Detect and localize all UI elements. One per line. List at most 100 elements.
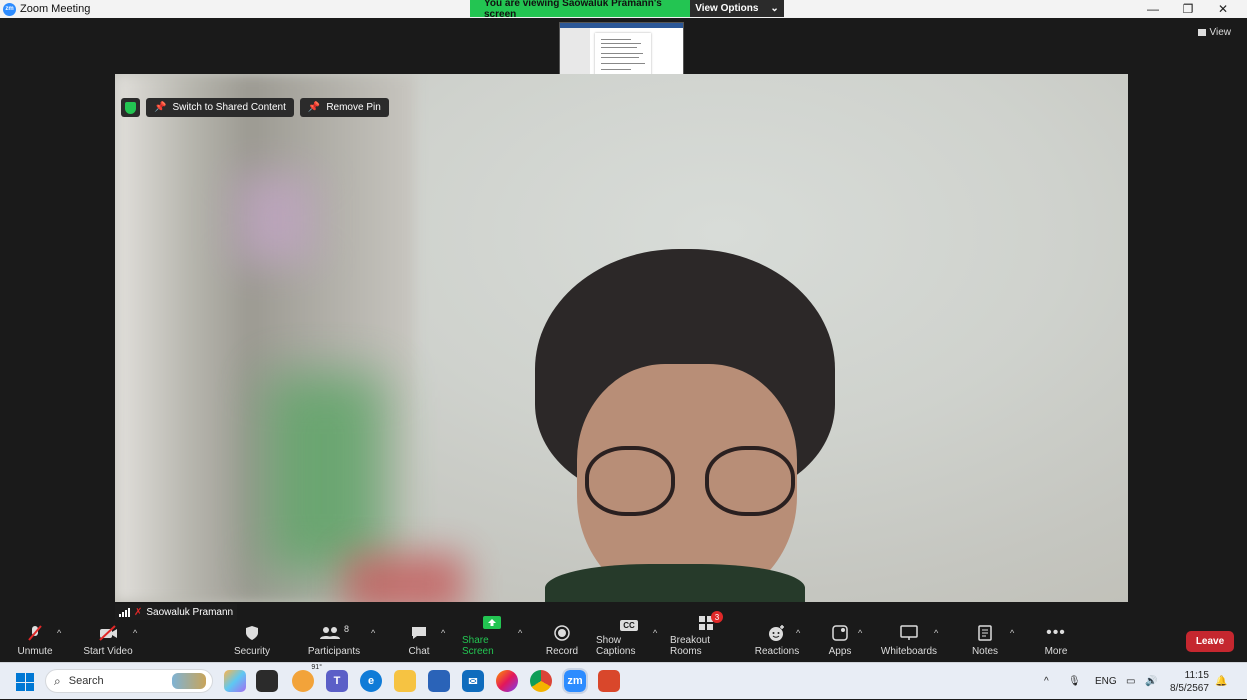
meeting-toolbar: Unmute ^ Start Video ^ Security 8 Partic…: [0, 611, 1247, 662]
notes-icon: [974, 624, 996, 642]
reactions-label: Reactions: [754, 646, 800, 657]
restore-button[interactable]: ❐: [1170, 0, 1206, 18]
captions-options-caret[interactable]: ^: [653, 628, 657, 638]
close-button[interactable]: ✕: [1205, 0, 1241, 18]
participants-button[interactable]: 8 Participants: [306, 620, 362, 662]
audio-options-caret[interactable]: ^: [57, 628, 61, 638]
clock-date: 8/5/2567: [1170, 683, 1209, 694]
search-icon: ⌕: [54, 673, 61, 688]
start-video-button[interactable]: Start Video: [82, 620, 134, 662]
pin-icon: 📌: [307, 102, 321, 113]
copilot-icon[interactable]: [224, 670, 246, 692]
whiteboards-button[interactable]: Whiteboards: [878, 620, 940, 662]
zoom-taskbar-icon[interactable]: zm: [562, 668, 588, 694]
network-icon[interactable]: ▭: [1126, 663, 1135, 700]
search-placeholder: Search: [68, 675, 104, 687]
signal-strength-icon: [119, 607, 130, 617]
unmute-label: Unmute: [17, 646, 53, 657]
taskbar-clock[interactable]: 11:15 8/5/2567: [1170, 669, 1209, 695]
apps-options-caret[interactable]: ^: [858, 628, 862, 638]
breakout-rooms-button[interactable]: 3 Breakout Rooms: [670, 611, 742, 662]
apps-button[interactable]: Apps: [826, 620, 854, 662]
notes-options-caret[interactable]: ^: [1010, 628, 1014, 638]
microphone-icon[interactable]: 🎙: [1068, 663, 1081, 700]
participants-options-caret[interactable]: ^: [371, 628, 375, 638]
captions-icon: CC: [618, 620, 640, 631]
viewing-banner: You are viewing Saowaluk Pramann's scree…: [470, 0, 784, 20]
windows-taskbar: ⌕ Search 91° T e ✉ zm ^ 🎙 ENG ▭ 🔊 11:15 …: [0, 662, 1247, 699]
language-indicator[interactable]: ENG: [1095, 663, 1117, 700]
breakout-rooms-icon: 3: [695, 611, 723, 631]
participant-shirt: [545, 564, 805, 602]
record-button[interactable]: Record: [542, 620, 582, 662]
glasses-left: [585, 446, 675, 516]
whiteboards-options-caret[interactable]: ^: [934, 628, 938, 638]
record-icon: [551, 624, 573, 642]
view-button[interactable]: View: [1197, 27, 1231, 38]
share-options-caret[interactable]: ^: [518, 628, 522, 638]
volume-icon[interactable]: 🔊: [1145, 663, 1157, 700]
whiteboards-label: Whiteboards: [880, 646, 938, 657]
reactions-options-caret[interactable]: ^: [796, 628, 800, 638]
tray-chevron-icon[interactable]: ^: [1044, 663, 1049, 700]
muted-mic-icon: ✗: [134, 606, 143, 618]
weather-icon[interactable]: 91°: [292, 664, 322, 692]
task-view-icon[interactable]: [256, 670, 278, 692]
search-highlight-image: [172, 673, 206, 689]
participants-count: 8: [343, 624, 349, 634]
leave-button[interactable]: Leave: [1186, 631, 1234, 652]
start-video-label: Start Video: [83, 646, 133, 657]
mail-icon[interactable]: ✉: [462, 670, 484, 692]
apps-label: Apps: [828, 646, 852, 657]
firefox-icon[interactable]: [496, 670, 518, 692]
unmute-button[interactable]: Unmute: [14, 620, 56, 662]
view-options-button[interactable]: View Options ⌄: [690, 0, 784, 17]
chat-button[interactable]: Chat: [400, 620, 438, 662]
video-options-caret[interactable]: ^: [133, 628, 137, 638]
show-captions-button[interactable]: CC Show Captions: [596, 620, 662, 662]
remove-pin-button[interactable]: 📌 Remove Pin: [299, 98, 389, 117]
weather-temp: 91°: [311, 664, 322, 671]
participants-icon: 8: [316, 624, 352, 642]
notes-label: Notes: [971, 646, 999, 657]
edge-icon[interactable]: e: [360, 670, 382, 692]
notification-bell-icon[interactable]: 🔔: [1215, 663, 1227, 700]
more-label: More: [1044, 646, 1068, 657]
grid-icon: [1197, 29, 1206, 36]
notes-button[interactable]: Notes: [966, 620, 1004, 662]
minimize-button[interactable]: —: [1135, 0, 1171, 18]
breakout-rooms-label: Breakout Rooms: [670, 635, 711, 657]
chat-options-caret[interactable]: ^: [441, 628, 445, 638]
security-label: Security: [233, 646, 271, 657]
share-screen-icon: [481, 615, 503, 631]
chevron-down-icon: ⌄: [770, 3, 779, 14]
switch-label: Switch to Shared Content: [172, 102, 286, 113]
muted-microphone-icon: [24, 624, 46, 642]
powerpoint-icon[interactable]: [598, 670, 620, 692]
more-dots-icon: •••: [1046, 624, 1066, 641]
teams-icon[interactable]: T: [326, 670, 348, 692]
chat-label: Chat: [408, 646, 430, 657]
windows-start-icon[interactable]: [16, 673, 34, 691]
chrome-icon[interactable]: [530, 670, 552, 692]
file-explorer-icon[interactable]: [394, 670, 416, 692]
view-options-label: View Options: [695, 3, 759, 14]
microsoft-store-icon[interactable]: [428, 670, 450, 692]
share-screen-button[interactable]: Share Screen: [462, 616, 522, 662]
participant-name-tag: ✗ Saowaluk Pramann: [115, 604, 238, 620]
pin-icon: 📌: [154, 102, 167, 113]
switch-to-shared-content-button[interactable]: 📌 Switch to Shared Content: [146, 98, 294, 117]
chat-bubble-icon: [408, 624, 430, 642]
more-button[interactable]: ••• More: [1038, 620, 1074, 662]
zoom-logo-icon: zm: [3, 2, 16, 16]
pin-bar: 📌 Switch to Shared Content 📌 Remove Pin: [121, 98, 389, 117]
record-label: Record: [545, 646, 579, 657]
taskbar-search[interactable]: ⌕ Search: [45, 669, 213, 693]
security-button[interactable]: Security: [230, 620, 274, 662]
share-screen-label: Share Screen: [462, 635, 494, 657]
remove-pin-label: Remove Pin: [326, 102, 381, 113]
reactions-button[interactable]: Reactions: [754, 620, 800, 662]
smiley-plus-icon: [766, 624, 788, 642]
participant-name: Saowaluk Pramann: [146, 606, 234, 618]
encryption-shield-icon[interactable]: [121, 98, 140, 117]
